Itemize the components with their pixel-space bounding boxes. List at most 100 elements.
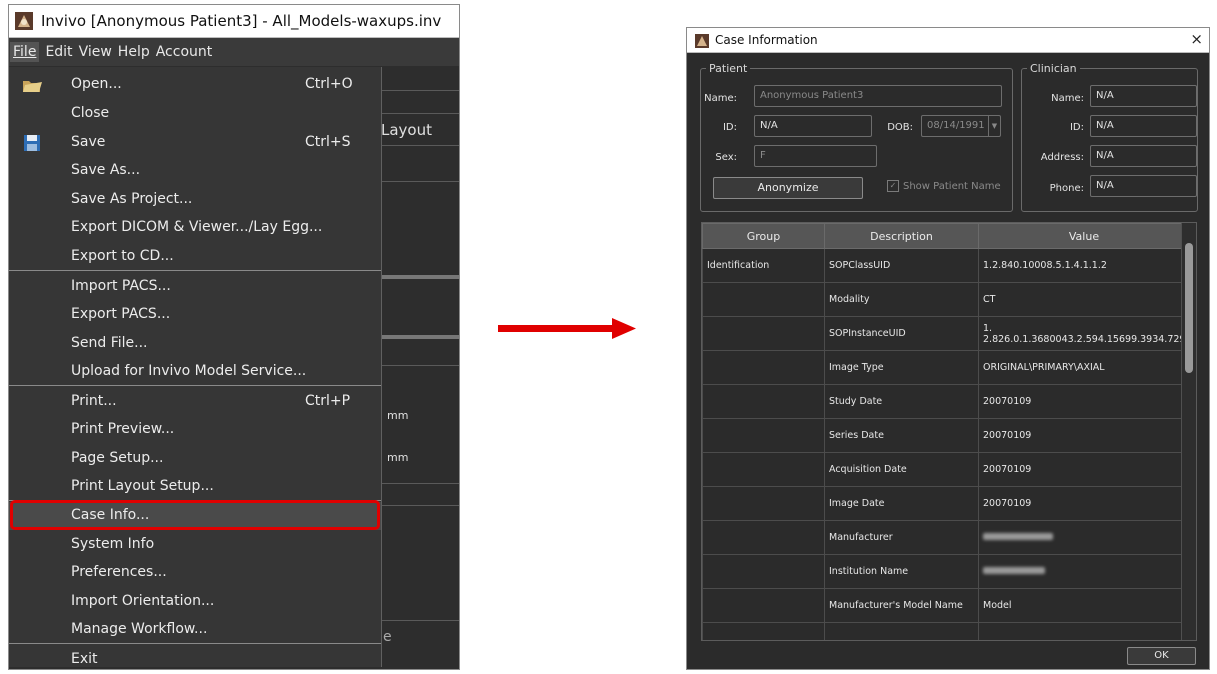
- app-logo-icon: [695, 33, 709, 48]
- menu-separator: [9, 270, 381, 271]
- menu-item-open[interactable]: Open... Ctrl+O: [9, 71, 381, 99]
- layout-tab[interactable]: Layout: [381, 121, 432, 139]
- patient-name-field[interactable]: Anonymous Patient3: [754, 85, 1002, 107]
- menu-view[interactable]: View: [79, 44, 112, 60]
- scrollbar-thumb[interactable]: [1185, 243, 1193, 373]
- redacted-value: [978, 520, 1190, 555]
- panel-divider: [381, 113, 459, 114]
- table-row[interactable]: Image Type ORIGINAL\PRIMARY\AXIAL: [702, 350, 1190, 385]
- menu-item-print[interactable]: Print... Ctrl+P: [9, 388, 381, 416]
- menu-item-save[interactable]: Save Ctrl+S: [9, 129, 381, 157]
- menu-item-page-setup[interactable]: Page Setup...: [9, 445, 381, 473]
- table-row[interactable]: [702, 622, 1190, 640]
- unit-label: mm: [387, 451, 409, 464]
- clinician-address-field[interactable]: N/A: [1090, 145, 1197, 167]
- redacted-value: [978, 554, 1190, 589]
- patient-sex-field[interactable]: F: [754, 145, 877, 167]
- unit-label: mm: [387, 409, 409, 422]
- menu-separator: [9, 385, 381, 386]
- panel-divider: [381, 90, 459, 91]
- panel-divider: [381, 505, 459, 506]
- menu-account[interactable]: Account: [156, 44, 213, 60]
- anonymize-button[interactable]: Anonymize: [713, 177, 863, 199]
- menu-item-preferences[interactable]: Preferences...: [9, 559, 381, 587]
- patient-id-field[interactable]: N/A: [754, 115, 872, 137]
- menu-item-manage-workflow[interactable]: Manage Workflow...: [9, 616, 381, 644]
- menu-item-upload-model-service[interactable]: Upload for Invivo Model Service...: [9, 358, 381, 386]
- table-row[interactable]: Identification SOPClassUID 1.2.840.10008…: [702, 248, 1190, 283]
- open-folder-icon: [21, 74, 43, 96]
- menu-separator: [9, 643, 381, 644]
- clinician-phone-field[interactable]: N/A: [1090, 175, 1197, 197]
- clinician-address-label: Address:: [1040, 152, 1084, 163]
- table-row[interactable]: Study Date 20070109: [702, 384, 1190, 419]
- table-row[interactable]: Modality CT: [702, 282, 1190, 317]
- right-arrow-icon: [498, 318, 636, 339]
- patient-legend: Patient: [709, 62, 748, 75]
- panel-divider: [381, 145, 459, 146]
- panel-divider: [381, 365, 459, 366]
- close-icon[interactable]: ×: [1190, 30, 1203, 48]
- panel-divider: [381, 335, 459, 339]
- table-row[interactable]: Acquisition Date 20070109: [702, 452, 1190, 487]
- menu-help[interactable]: Help: [118, 44, 150, 60]
- column-header-value[interactable]: Value: [978, 223, 1190, 249]
- show-patient-name-checkbox[interactable]: ✓ Show Patient Name: [887, 180, 1001, 192]
- panel-divider: [381, 620, 459, 621]
- case-information-dialog: Case Information × Patient Name: Anonymo…: [686, 27, 1210, 670]
- table-row[interactable]: Manufacturer's Model Name Model: [702, 588, 1190, 623]
- clinician-phone-label: Phone:: [1049, 183, 1084, 194]
- file-menu-dropdown: Open... Ctrl+O Close Save Ctrl+S Save As…: [9, 67, 382, 667]
- menubar: File Edit View Help Account: [9, 38, 459, 66]
- table-header-row: Group Description Value: [702, 223, 1190, 249]
- dob-label: DOB:: [887, 122, 913, 133]
- app-titlebar: Invivo [Anonymous Patient3] - All_Models…: [9, 5, 459, 38]
- save-disk-icon: [21, 132, 43, 154]
- menu-item-close[interactable]: Close: [9, 100, 381, 128]
- panel-text: e: [383, 629, 392, 645]
- ok-button[interactable]: OK: [1127, 647, 1196, 665]
- table-row[interactable]: Series Date 20070109: [702, 418, 1190, 453]
- table-row[interactable]: SOPInstanceUID 1. 2.826.0.1.3680043.2.59…: [702, 316, 1190, 351]
- table-row[interactable]: Institution Name: [702, 554, 1190, 589]
- menu-item-exit[interactable]: Exit: [9, 646, 381, 669]
- menu-item-save-as[interactable]: Save As...: [9, 157, 381, 185]
- dialog-titlebar: Case Information ×: [687, 28, 1209, 53]
- menu-edit[interactable]: Edit: [45, 44, 72, 60]
- menu-item-import-orientation[interactable]: Import Orientation...: [9, 588, 381, 616]
- panel-divider: [381, 275, 459, 279]
- column-header-description[interactable]: Description: [824, 223, 979, 249]
- clinician-legend: Clinician: [1030, 62, 1077, 75]
- clinician-id-label: ID:: [1069, 122, 1084, 133]
- patient-id-label: ID:: [722, 122, 737, 133]
- app-window: Invivo [Anonymous Patient3] - All_Models…: [8, 4, 460, 670]
- menu-item-export-pacs[interactable]: Export PACS...: [9, 301, 381, 329]
- chevron-down-icon[interactable]: ▼: [988, 116, 1000, 136]
- menu-item-export-dicom[interactable]: Export DICOM & Viewer.../Lay Egg...: [9, 214, 381, 242]
- menu-item-send-file[interactable]: Send File...: [9, 330, 381, 358]
- menu-item-print-preview[interactable]: Print Preview...: [9, 416, 381, 444]
- table-scrollbar[interactable]: [1181, 223, 1196, 640]
- clinician-name-field[interactable]: N/A: [1090, 85, 1197, 107]
- dicom-info-table[interactable]: Group Description Value Identification S…: [701, 222, 1197, 641]
- checkbox-check-icon: ✓: [887, 180, 899, 192]
- patient-name-label: Name:: [704, 93, 737, 104]
- app-title: Invivo [Anonymous Patient3] - All_Models…: [41, 12, 442, 30]
- table-row[interactable]: Image Date 20070109: [702, 486, 1190, 521]
- menu-file[interactable]: File: [10, 42, 40, 62]
- clinician-name-label: Name:: [1051, 93, 1084, 104]
- menu-item-import-pacs[interactable]: Import PACS...: [9, 273, 381, 301]
- app-logo-icon: [15, 12, 33, 30]
- table-row[interactable]: Manufacturer: [702, 520, 1190, 555]
- menu-item-print-layout-setup[interactable]: Print Layout Setup...: [9, 473, 381, 501]
- column-header-group[interactable]: Group: [702, 223, 825, 249]
- dob-field[interactable]: 08/14/1991 ▼: [921, 115, 1001, 137]
- menu-item-system-info[interactable]: System Info: [9, 531, 381, 559]
- panel-divider: [381, 181, 459, 182]
- patient-sex-label: Sex:: [715, 152, 737, 163]
- panel-divider: [381, 483, 459, 484]
- menu-item-save-as-project[interactable]: Save As Project...: [9, 186, 381, 214]
- case-info-highlight-box: [10, 500, 380, 530]
- menu-item-export-cd[interactable]: Export to CD...: [9, 243, 381, 271]
- clinician-id-field[interactable]: N/A: [1090, 115, 1197, 137]
